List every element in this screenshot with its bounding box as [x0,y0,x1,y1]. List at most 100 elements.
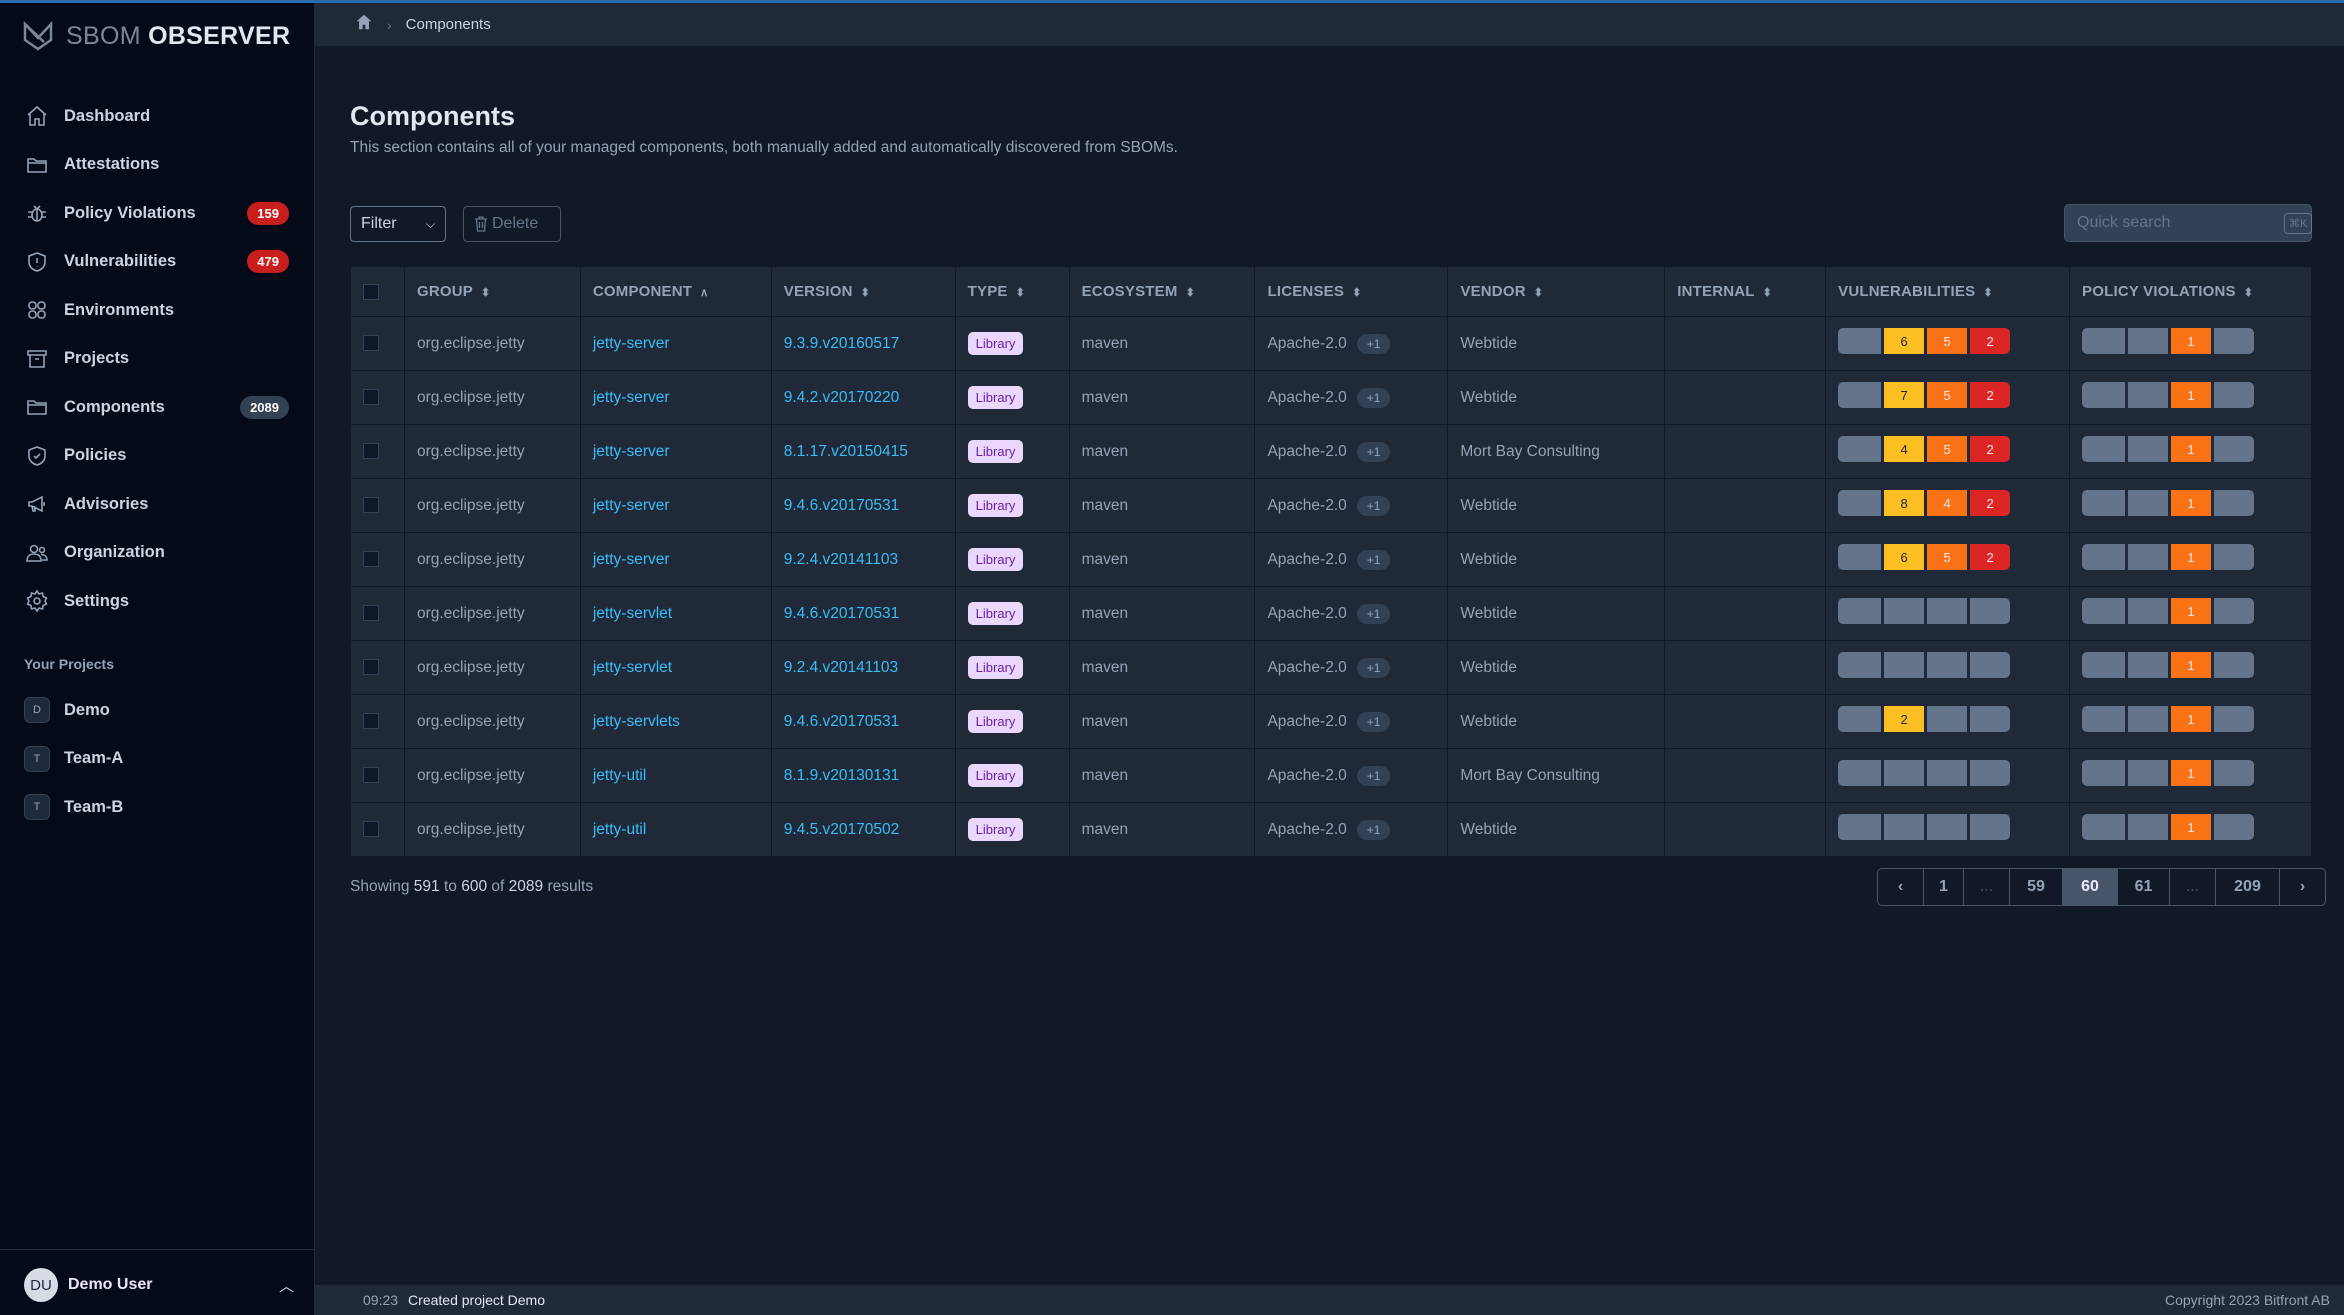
policy-violation-bar[interactable]: 1 [2082,382,2255,408]
vulnerability-bar[interactable] [1838,652,2011,678]
sort-icon[interactable]: ⬍ [2244,286,2253,299]
user-menu[interactable]: DU Demo User ︿ [24,1268,294,1302]
project-item-team-a[interactable]: T Team-A [0,735,315,784]
component-link[interactable]: jetty-servlet [593,659,672,676]
select-all-checkbox[interactable] [363,284,379,301]
more-licenses-badge[interactable]: +1 [1356,819,1391,840]
table-row[interactable]: org.eclipse.jetty jetty-server 9.4.2.v20… [350,370,2312,425]
row-checkbox[interactable] [363,821,379,838]
column-header-internal[interactable]: INTERNAL ⬍ [1664,266,1827,317]
row-checkbox[interactable] [363,605,379,622]
vulnerability-bar[interactable]: 842 [1838,490,2011,516]
sidebar-item-policy-violations[interactable]: Policy Violations 159 [0,189,315,238]
version-link[interactable]: 9.4.6.v20170531 [784,497,900,514]
row-checkbox[interactable] [363,443,379,460]
quick-search[interactable]: ⌘K [2064,204,2313,242]
vulnerability-bar[interactable]: 752 [1838,382,2011,408]
component-link[interactable]: jetty-util [593,821,646,838]
vulnerability-bar[interactable]: 452 [1838,436,2011,462]
table-row[interactable]: org.eclipse.jetty jetty-servlet 9.2.4.v2… [350,640,2312,695]
page-59[interactable]: 59 [2010,869,2063,905]
version-link[interactable]: 9.4.6.v20170531 [784,605,900,622]
table-row[interactable]: org.eclipse.jetty jetty-util 8.1.9.v2013… [350,748,2312,803]
sort-icon[interactable]: ⬍ [1352,286,1361,299]
component-link[interactable]: jetty-util [593,767,646,784]
more-licenses-badge[interactable]: +1 [1356,711,1391,732]
column-header-licenses[interactable]: LICENSES ⬍ [1254,266,1449,317]
sidebar-item-policies[interactable]: Policies [0,432,315,481]
vulnerability-bar[interactable] [1838,598,2011,624]
column-header-group[interactable]: GROUP ⬍ [403,266,581,317]
page-209[interactable]: 209 [2216,869,2280,905]
column-header-vendor[interactable]: VENDOR ⬍ [1447,266,1666,317]
row-checkbox[interactable] [363,551,379,568]
more-licenses-badge[interactable]: +1 [1356,657,1391,678]
more-licenses-badge[interactable]: +1 [1356,765,1391,786]
more-licenses-badge[interactable]: +1 [1356,549,1391,570]
policy-violation-bar[interactable]: 1 [2082,328,2255,354]
sort-icon[interactable]: ⬍ [1534,286,1543,299]
component-link[interactable]: jetty-server [593,335,670,352]
policy-violation-bar[interactable]: 1 [2082,490,2255,516]
policy-violation-bar[interactable]: 1 [2082,652,2255,678]
version-link[interactable]: 9.2.4.v20141103 [784,551,898,568]
row-checkbox[interactable] [363,713,379,730]
row-checkbox[interactable] [363,767,379,784]
more-licenses-badge[interactable]: +1 [1356,333,1391,354]
row-checkbox[interactable] [363,497,379,514]
more-licenses-badge[interactable]: +1 [1356,441,1391,462]
column-header-type[interactable]: TYPE ⬍ [954,266,1070,317]
policy-violation-bar[interactable]: 1 [2082,436,2255,462]
column-header-policy-violations[interactable]: POLICY VIOLATIONS ⬍ [2069,266,2312,317]
project-item-team-b[interactable]: T Team-B [0,783,315,832]
sort-icon[interactable]: ⬍ [861,286,870,299]
policy-violation-bar[interactable]: 1 [2082,544,2255,570]
sort-icon[interactable]: ⬍ [1983,286,1992,299]
sidebar-item-advisories[interactable]: Advisories [0,480,315,529]
component-link[interactable]: jetty-server [593,389,670,406]
version-link[interactable]: 9.3.9.v20160517 [784,335,900,352]
page-60[interactable]: 60 [2063,869,2118,905]
column-header-ecosystem[interactable]: ECOSYSTEM ⬍ [1068,266,1256,317]
row-checkbox[interactable] [363,335,379,352]
component-link[interactable]: jetty-server [593,551,670,568]
version-link[interactable]: 9.4.5.v20170502 [784,821,900,838]
more-licenses-badge[interactable]: +1 [1356,495,1391,516]
chevron-up-icon[interactable]: ︿ [279,1275,294,1296]
vulnerability-bar[interactable] [1838,814,2011,840]
version-link[interactable]: 9.4.6.v20170531 [784,713,900,730]
table-row[interactable]: org.eclipse.jetty jetty-servlets 9.4.6.v… [350,694,2312,749]
sidebar-item-settings[interactable]: Settings [0,577,315,626]
version-link[interactable]: 8.1.9.v20130131 [784,767,900,784]
sort-icon[interactable]: ⬍ [481,286,490,299]
component-link[interactable]: jetty-server [593,443,670,460]
table-row[interactable]: org.eclipse.jetty jetty-server 9.4.6.v20… [350,478,2312,533]
page-61[interactable]: 61 [2118,869,2170,905]
sidebar-item-organization[interactable]: Organization [0,529,315,578]
breadcrumb-current[interactable]: Components [406,16,491,33]
table-row[interactable]: org.eclipse.jetty jetty-server 9.2.4.v20… [350,532,2312,587]
sidebar-item-attestations[interactable]: Attestations [0,141,315,190]
component-link[interactable]: jetty-servlet [593,605,672,622]
more-licenses-badge[interactable]: +1 [1356,603,1391,624]
policy-violation-bar[interactable]: 1 [2082,598,2255,624]
table-row[interactable]: org.eclipse.jetty jetty-server 8.1.17.v2… [350,424,2312,479]
component-link[interactable]: jetty-server [593,497,670,514]
sort-icon[interactable]: ⬍ [1763,286,1772,299]
sort-asc-icon[interactable]: ∧ [700,286,708,299]
sort-icon[interactable]: ⬍ [1016,286,1025,299]
next-page-button[interactable]: › [2280,869,2325,905]
row-checkbox[interactable] [363,659,379,676]
previous-page-button[interactable]: ‹ [1878,869,1924,905]
policy-violation-bar[interactable]: 1 [2082,814,2255,840]
sidebar-item-projects[interactable]: Projects [0,335,315,384]
sidebar-item-dashboard[interactable]: Dashboard [0,92,315,141]
column-header-version[interactable]: VERSION ⬍ [770,266,956,317]
vulnerability-bar[interactable] [1838,760,2011,786]
table-row[interactable]: org.eclipse.jetty jetty-servlet 9.4.6.v2… [350,586,2312,641]
logo[interactable]: SBOM OBSERVER [22,20,290,52]
column-header-vulnerabilities[interactable]: VULNERABILITIES ⬍ [1825,266,2071,317]
sidebar-item-environments[interactable]: Environments [0,286,315,335]
delete-button[interactable]: Delete [463,206,561,242]
vulnerability-bar[interactable]: 2 [1838,706,2011,732]
